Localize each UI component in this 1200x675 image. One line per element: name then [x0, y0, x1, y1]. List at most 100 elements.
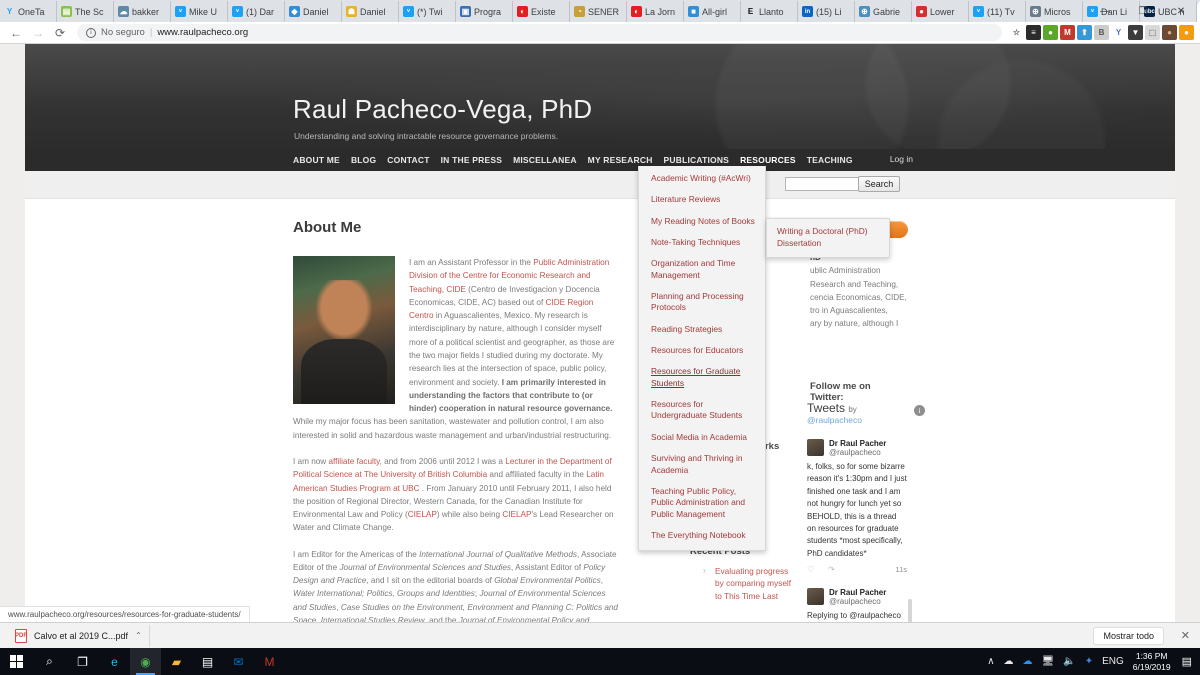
nav-item-about-me[interactable]: ABOUT ME: [293, 155, 340, 165]
volume-icon[interactable]: 🔈: [1063, 656, 1075, 667]
pocket-icon[interactable]: ▼: [1128, 25, 1143, 40]
dropdown-item[interactable]: Resources for Undergraduate Students: [639, 394, 765, 427]
file-explorer-icon[interactable]: ▰: [161, 648, 192, 675]
chevron-up-icon[interactable]: ⌃: [135, 631, 142, 640]
dropdown-item[interactable]: The Everything Notebook: [639, 525, 765, 546]
internet-explorer-icon[interactable]: e: [99, 648, 130, 675]
task-view-icon[interactable]: ❐: [66, 648, 99, 675]
tweet-body: k, folks, so for some bizarre reason it'…: [807, 462, 907, 558]
browser-tab[interactable]: ◔ SENER: [570, 1, 627, 22]
microsoft-store-icon[interactable]: ▤: [192, 648, 223, 675]
nav-item-my-research[interactable]: MY RESEARCH: [588, 155, 653, 165]
resources-submenu[interactable]: Writing a Doctoral (PhD) Dissertation: [766, 218, 890, 258]
profile-avatar-icon[interactable]: ●: [1162, 25, 1177, 40]
dropdown-item[interactable]: Surviving and Thriving in Academia: [639, 448, 765, 481]
tweet-author: Dr Raul Pacher: [829, 588, 887, 598]
like-icon[interactable]: ♡: [807, 565, 814, 574]
browser-tab[interactable]: ⊕ Gabrie: [855, 1, 912, 22]
minimize-button[interactable]: —: [1086, 0, 1124, 22]
nav-item-blog[interactable]: BLOG: [351, 155, 376, 165]
dropdown-item[interactable]: Academic Writing (#AcWri): [639, 168, 765, 189]
twitter-scrollbar[interactable]: [908, 599, 912, 622]
browser-tab[interactable]: ᵛ (11) Tv: [969, 1, 1026, 22]
nav-item-resources[interactable]: RESOURCES: [740, 155, 796, 165]
maximize-button[interactable]: ❐: [1124, 0, 1162, 22]
layers-icon[interactable]: ≡: [1026, 25, 1041, 40]
browser-tab[interactable]: ■ All-girl: [684, 1, 741, 22]
info-circle-icon[interactable]: i: [86, 27, 96, 38]
nav-item-miscellanea[interactable]: MISCELLANEA: [513, 155, 577, 165]
forward-button[interactable]: →: [28, 23, 48, 43]
dropdown-item[interactable]: Note-Taking Techniques: [639, 232, 765, 253]
browser-tab[interactable]: ▤ The Sc: [57, 1, 114, 22]
dropbox-icon[interactable]: ✦: [1085, 656, 1093, 667]
clock[interactable]: 1:36 PM 6/19/2019: [1133, 651, 1171, 672]
browser-tab[interactable]: ᵛ (*) Twi: [399, 1, 456, 22]
tweet-actions: ♡ ↷ 11s: [807, 565, 907, 574]
close-window-button[interactable]: ✕: [1162, 0, 1200, 22]
dropdown-item[interactable]: Organization and Time Management: [639, 253, 765, 286]
browser-tab[interactable]: ᵛ (1) Dar: [228, 1, 285, 22]
dropdown-item[interactable]: Resources for Educators: [639, 340, 765, 361]
nav-item-contact[interactable]: CONTACT: [387, 155, 429, 165]
dropdown-item[interactable]: Literature Reviews: [639, 189, 765, 210]
browser-tab[interactable]: ☗ Daniel: [342, 1, 399, 22]
language-indicator[interactable]: ENG: [1102, 656, 1124, 667]
article-paragraph: I am now affiliate faculty, and from 200…: [293, 456, 614, 533]
start-button[interactable]: [0, 648, 33, 675]
resources-dropdown-menu[interactable]: Academic Writing (#AcWri) Literature Revi…: [638, 166, 766, 552]
share-icon[interactable]: ↷: [828, 565, 835, 574]
address-bar[interactable]: i No seguro | www.raulpacheco.org: [77, 24, 1002, 41]
dropdown-item[interactable]: Resources for Graduate Students: [639, 361, 765, 394]
tweet-item[interactable]: Dr Raul Pacher @raulpacheco Replying to …: [807, 588, 907, 622]
browser-tab[interactable]: ⊕ Micros: [1026, 1, 1083, 22]
mendeley-icon[interactable]: M: [1060, 25, 1075, 40]
nav-item-teaching[interactable]: TEACHING: [807, 155, 853, 165]
dropdown-item[interactable]: Planning and Processing Protocols: [639, 286, 765, 319]
browser-tab[interactable]: E Llanto: [741, 1, 798, 22]
dropdown-item[interactable]: My Reading Notes of Books: [639, 211, 765, 232]
info-icon[interactable]: i: [914, 405, 925, 416]
dropdown-item[interactable]: Reading Strategies: [639, 319, 765, 340]
dropdown-item[interactable]: Teaching Public Policy, Public Administr…: [639, 481, 765, 525]
browser-tab[interactable]: in (15) Li: [798, 1, 855, 22]
tweet-item[interactable]: Dr Raul Pacher @raulpacheco k, folks, so…: [807, 439, 907, 574]
browser-tab[interactable]: ◐ La Jorn: [627, 1, 684, 22]
adobe-pdf-icon[interactable]: ⬚: [1145, 25, 1160, 40]
outlook-icon[interactable]: ✉: [223, 648, 254, 675]
mendeley-icon[interactable]: M: [254, 648, 285, 675]
show-all-downloads-button[interactable]: Mostrar todo: [1093, 627, 1164, 645]
yandex-icon[interactable]: Y: [1111, 25, 1126, 40]
nav-item-in-the-press[interactable]: IN THE PRESS: [441, 155, 502, 165]
close-shelf-button[interactable]: ✕: [1181, 629, 1190, 642]
download-item[interactable]: PDF Calvo et al 2019 C...pdf ⌃: [8, 624, 150, 647]
evernote-icon[interactable]: ●: [1043, 25, 1058, 40]
dropdown-item[interactable]: Social Media in Academia: [639, 427, 765, 448]
onedrive-icon[interactable]: ☁: [1004, 656, 1014, 667]
login-link[interactable]: Log in: [890, 154, 913, 164]
nav-item-publications[interactable]: PUBLICATIONS: [664, 155, 730, 165]
notifications-icon[interactable]: ▤: [1182, 655, 1192, 668]
recent-post-link[interactable]: Evaluating progress by comparing myself …: [703, 565, 798, 602]
google-chrome-icon[interactable]: ◉: [130, 648, 161, 675]
browser-tab[interactable]: ◐ Existe: [513, 1, 570, 22]
back-button[interactable]: ←: [6, 23, 26, 43]
browser-tab[interactable]: ◆ Daniel: [285, 1, 342, 22]
twitter-widget-handle[interactable]: @raulpacheco: [807, 415, 907, 425]
browser-tab[interactable]: ☁ bakker: [114, 1, 171, 22]
chevron-up-icon[interactable]: ∧: [987, 656, 994, 667]
search-button[interactable]: Search: [858, 176, 900, 192]
browser-tab[interactable]: Y OneTa: [0, 1, 57, 22]
search-icon[interactable]: ⌕: [33, 648, 66, 675]
browser-tab[interactable]: ● Lower: [912, 1, 969, 22]
bookmark-star-icon[interactable]: ☆: [1009, 25, 1024, 40]
upload-arrow-icon[interactable]: ⬆: [1077, 25, 1092, 40]
browser-tab[interactable]: ᵛ Mike U: [171, 1, 228, 22]
chrome-menu-icon[interactable]: ●: [1179, 25, 1194, 40]
buffer-icon[interactable]: B: [1094, 25, 1109, 40]
reload-button[interactable]: ⟳: [50, 23, 70, 43]
submenu-item[interactable]: Writing a Doctoral (PhD) Dissertation: [767, 222, 889, 254]
onedrive-blue-icon[interactable]: ☁: [1023, 656, 1033, 667]
network-icon[interactable]: 🖥: [1042, 656, 1055, 667]
browser-tab[interactable]: ▣ Progra: [456, 1, 513, 22]
